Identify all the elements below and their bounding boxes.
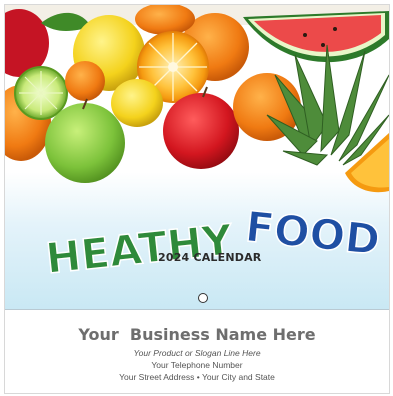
title-word-1: HEATHY — [43, 215, 235, 283]
wall-calendar: HEATHY FOOD 2024 CALENDAR Your Business … — [4, 4, 390, 394]
business-name: Your Business Name Here — [78, 325, 316, 344]
title-lettering: HEATHY FOOD — [43, 201, 383, 284]
calendar-cover: HEATHY FOOD 2024 CALENDAR — [5, 5, 389, 310]
telephone-line: Your Telephone Number — [151, 360, 243, 370]
title-word-2: FOOD — [243, 202, 382, 265]
hanging-hole — [198, 293, 208, 303]
slogan-line: Your Product or Slogan Line Here — [133, 348, 261, 358]
advertiser-imprint: Your Business Name Here Your Product or … — [5, 325, 389, 383]
calendar-year-label: 2024 CALENDAR — [158, 251, 262, 264]
address-line: Your Street Address • Your City and Stat… — [119, 372, 275, 382]
cover-title: HEATHY FOOD — [5, 185, 389, 295]
